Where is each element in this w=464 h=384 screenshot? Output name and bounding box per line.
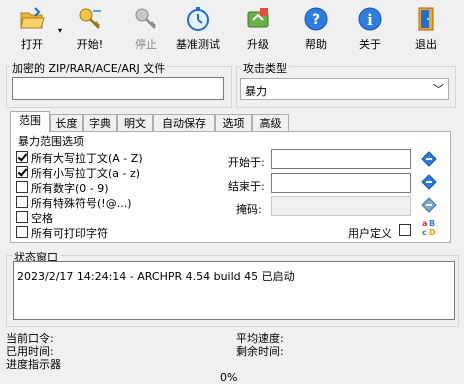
- tab-advanced-label: 高级: [259, 117, 282, 130]
- tab-dictionary-label: 字典: [89, 117, 111, 130]
- digits-label: 所有数字(0 - 9): [31, 182, 109, 195]
- svg-text:a: a: [422, 219, 427, 228]
- mask-pick-icon[interactable]: [421, 197, 437, 213]
- progress-text: 0%: [220, 371, 238, 384]
- attack-type-value: 暴力: [245, 85, 267, 98]
- svg-text:?: ?: [312, 12, 320, 28]
- printable-label: 所有可打印字符: [31, 227, 108, 240]
- benchmark-label: 基准测试: [176, 38, 220, 51]
- tab-range-label: 范围: [19, 114, 41, 127]
- toolbar: 打开 ▾ 开始! 停止 基准测试 升级 ? 帮助 i 关于 退出: [0, 0, 464, 58]
- start-key-icon: [79, 8, 101, 29]
- progress-bar: 0%: [0, 369, 464, 384]
- stop-key-icon: [135, 8, 156, 29]
- end-at-input[interactable]: [271, 173, 411, 193]
- start-at-label: 开始于:: [228, 156, 265, 169]
- exit-label: 退出: [415, 38, 437, 51]
- chevron-down-icon: ﹀: [433, 83, 444, 96]
- upgrade-label: 升级: [247, 38, 269, 51]
- start-at-input[interactable]: [271, 149, 411, 169]
- tab-plaintext-label: 明文: [124, 117, 146, 130]
- tab-advanced[interactable]: 高级: [252, 114, 289, 132]
- attack-type-select[interactable]: 暴力 ﹀: [240, 78, 449, 100]
- special-symbols-label: 所有特殊符号(!@...): [31, 197, 132, 210]
- exit-door-icon: [418, 7, 434, 31]
- uppercase-checkbox[interactable]: [16, 151, 28, 163]
- about-button[interactable]: i 关于: [346, 4, 394, 56]
- remaining-time-label: 剩余时间:: [236, 345, 284, 358]
- lowercase-label: 所有小写拉丁文(a - z): [31, 167, 141, 180]
- start-at-pick-icon[interactable]: [421, 151, 437, 167]
- tab-range[interactable]: 范围: [10, 111, 50, 132]
- special-symbols-checkbox[interactable]: [16, 196, 28, 208]
- space-checkbox[interactable]: [16, 211, 28, 223]
- tab-autosave[interactable]: 自动保存: [153, 114, 215, 132]
- open-dropdown-arrow-icon[interactable]: ▾: [58, 26, 62, 35]
- stop-label: 停止: [135, 38, 157, 51]
- archive-path-input[interactable]: [12, 77, 224, 100]
- open-button[interactable]: 打开: [8, 4, 56, 56]
- end-at-label: 结束于:: [228, 180, 265, 193]
- tab-plaintext[interactable]: 明文: [117, 114, 153, 132]
- digits-checkbox[interactable]: [16, 181, 28, 193]
- info-icon: i: [358, 7, 382, 31]
- uppercase-label: 所有大写拉丁文(A - Z): [31, 152, 143, 165]
- status-log[interactable]: 2023/2/17 14:24:14 - ARCHPR 4.54 build 4…: [13, 261, 455, 320]
- upgrade-icon: [247, 8, 269, 28]
- tab-dictionary[interactable]: 字典: [83, 114, 117, 132]
- tab-options-label: 选项: [222, 117, 245, 130]
- user-defined-label: 用户定义: [348, 227, 392, 240]
- tab-autosave-label: 自动保存: [162, 117, 206, 130]
- user-defined-checkbox[interactable]: [399, 224, 411, 236]
- tab-options[interactable]: 选项: [215, 114, 252, 132]
- benchmark-button[interactable]: 基准测试: [174, 4, 222, 56]
- upgrade-button[interactable]: 升级: [234, 4, 282, 56]
- help-icon: ?: [304, 7, 328, 31]
- status-log-entry: 2023/2/17 14:24:14 - ARCHPR 4.54 build 4…: [17, 270, 295, 283]
- range-options-title: 暴力范围选项: [18, 135, 84, 148]
- charset-edit-icon[interactable]: a B c D: [421, 218, 437, 236]
- printable-checkbox[interactable]: [16, 226, 28, 238]
- open-label: 打开: [21, 38, 43, 51]
- stop-button[interactable]: 停止: [122, 4, 170, 56]
- svg-text:B: B: [429, 219, 435, 228]
- mask-label: 掩码:: [236, 203, 262, 216]
- stopwatch-icon: [187, 7, 209, 31]
- about-label: 关于: [359, 38, 381, 51]
- tab-length[interactable]: 长度: [50, 114, 83, 132]
- end-at-pick-icon[interactable]: [421, 174, 437, 190]
- folder-open-icon: [20, 7, 45, 29]
- svg-text:c: c: [422, 228, 427, 236]
- svg-text:i: i: [367, 11, 373, 29]
- tab-length-label: 长度: [55, 117, 78, 130]
- attack-type-title: 攻击类型: [241, 60, 289, 76]
- mask-input[interactable]: [271, 196, 411, 216]
- help-label: 帮助: [305, 38, 327, 51]
- start-label: 开始!: [76, 38, 104, 51]
- exit-button[interactable]: 退出: [402, 4, 450, 56]
- archive-group-title: 加密的 ZIP/RAR/ACE/ARJ 文件: [10, 60, 168, 76]
- start-button[interactable]: 开始!: [66, 4, 114, 56]
- lowercase-checkbox[interactable]: [16, 166, 28, 178]
- help-button[interactable]: ? 帮助: [292, 4, 340, 56]
- svg-text:D: D: [429, 228, 436, 236]
- space-label: 空格: [31, 212, 53, 225]
